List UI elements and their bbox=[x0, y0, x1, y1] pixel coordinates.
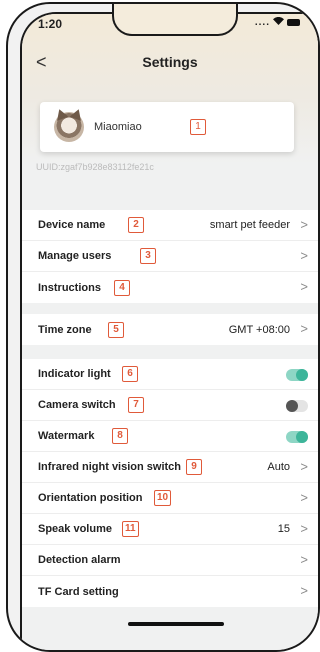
toggle-switch[interactable] bbox=[286, 400, 308, 412]
settings-row-watermark[interactable]: Watermark 8 bbox=[22, 421, 318, 452]
profile-card[interactable]: Miaomiao 1 bbox=[40, 102, 294, 152]
row-value: GMT +08:00 bbox=[228, 323, 290, 336]
toggle-switch[interactable] bbox=[286, 369, 308, 381]
row-value: Auto bbox=[267, 461, 290, 473]
annotation-badge: 2 bbox=[128, 217, 144, 233]
settings-row-manage-users[interactable]: Manage users 3 > bbox=[22, 241, 318, 272]
toggle-knob bbox=[296, 431, 308, 443]
settings-row-orientation-position[interactable]: Orientation position 10 > bbox=[22, 483, 318, 514]
home-indicator bbox=[128, 622, 224, 626]
annotation-badge: 3 bbox=[140, 248, 156, 264]
settings-row-detection-alarm[interactable]: Detection alarm > bbox=[22, 545, 318, 576]
row-label: Detection alarm bbox=[38, 554, 121, 566]
row-label: TF Card setting bbox=[38, 585, 119, 598]
row-value: smart pet feeder bbox=[209, 219, 290, 231]
settings-group-camera: Indicator light 6 Camera switch 7 Watermark 8… bbox=[22, 359, 318, 607]
chevron-right-icon: > bbox=[300, 490, 308, 505]
annotation-badge: 9 bbox=[186, 459, 202, 475]
annotation-badge: 4 bbox=[114, 279, 130, 296]
page-title: Settings bbox=[142, 54, 198, 70]
toggle-switch[interactable] bbox=[286, 431, 308, 443]
annotation-badge: 1 bbox=[190, 119, 206, 135]
annotation-badge: 11 bbox=[122, 521, 139, 537]
wifi-icon bbox=[273, 16, 284, 28]
toggle-knob bbox=[296, 369, 308, 381]
chevron-right-icon: > bbox=[300, 279, 308, 294]
battery-icon bbox=[287, 19, 300, 26]
row-label: Orientation position bbox=[38, 492, 143, 504]
annotation-badge: 10 bbox=[154, 490, 172, 506]
toggle-knob bbox=[286, 400, 298, 412]
row-label: Indicator light bbox=[38, 368, 111, 380]
row-value: 15 bbox=[277, 523, 290, 535]
settings-row-time-zone[interactable]: Time zone 5 GMT +08:00 > bbox=[22, 314, 318, 345]
phone-notch bbox=[112, 4, 238, 36]
row-label: Time zone bbox=[38, 323, 92, 336]
settings-group-device: Device name 2 smart pet feeder > Manage user… bbox=[22, 210, 318, 303]
settings-row-instructions[interactable]: Instructions 4 > bbox=[22, 272, 318, 303]
row-label: Speak volume bbox=[38, 523, 112, 535]
phone-frame: 1:20 .... < Settings Miaomiao 1 UUID:zga… bbox=[6, 2, 320, 652]
settings-row-device-name[interactable]: Device name 2 smart pet feeder > bbox=[22, 210, 318, 241]
settings-row-indicator-light[interactable]: Indicator light 6 bbox=[22, 359, 318, 390]
status-time: 1:20 bbox=[38, 17, 63, 31]
chevron-right-icon: > bbox=[300, 583, 308, 598]
nav-bar: < Settings bbox=[22, 52, 318, 76]
settings-row-tf-card-setting[interactable]: TF Card setting > bbox=[22, 576, 318, 607]
row-label: Watermark bbox=[38, 430, 95, 442]
row-label: Infrared night vision switch bbox=[38, 461, 182, 473]
chevron-right-icon: > bbox=[300, 248, 308, 263]
row-label: Instructions bbox=[38, 281, 101, 294]
annotation-badge: 7 bbox=[128, 397, 144, 413]
profile-name: Miaomiao bbox=[94, 121, 142, 133]
settings-row-speak-volume[interactable]: Speak volume 11 15 > bbox=[22, 514, 318, 545]
row-label: Manage users bbox=[38, 250, 112, 262]
chevron-right-icon: > bbox=[300, 217, 308, 232]
annotation-badge: 5 bbox=[108, 321, 124, 338]
annotation-badge: 8 bbox=[112, 428, 128, 444]
settings-row-camera-switch[interactable]: Camera switch 7 bbox=[22, 390, 318, 421]
chevron-right-icon: > bbox=[300, 321, 308, 336]
chevron-right-icon: > bbox=[300, 459, 308, 474]
chevron-right-icon: > bbox=[300, 552, 308, 567]
status-icons: .... bbox=[254, 16, 300, 28]
settings-group-time: Time zone 5 GMT +08:00 > bbox=[22, 314, 318, 345]
device-uuid: UUID:zgaf7b928e83112fe21c bbox=[36, 162, 154, 172]
chevron-right-icon: > bbox=[300, 521, 308, 536]
annotation-badge: 6 bbox=[122, 366, 138, 382]
avatar bbox=[54, 112, 84, 142]
screen: 1:20 .... < Settings Miaomiao 1 UUID:zga… bbox=[20, 12, 318, 650]
row-label: Device name bbox=[38, 219, 106, 231]
signal-icon: .... bbox=[254, 17, 270, 28]
row-label: Camera switch bbox=[38, 399, 116, 411]
settings-row-infrared-night-vision-switch[interactable]: Infrared night vision switch 9 Auto > bbox=[22, 452, 318, 483]
